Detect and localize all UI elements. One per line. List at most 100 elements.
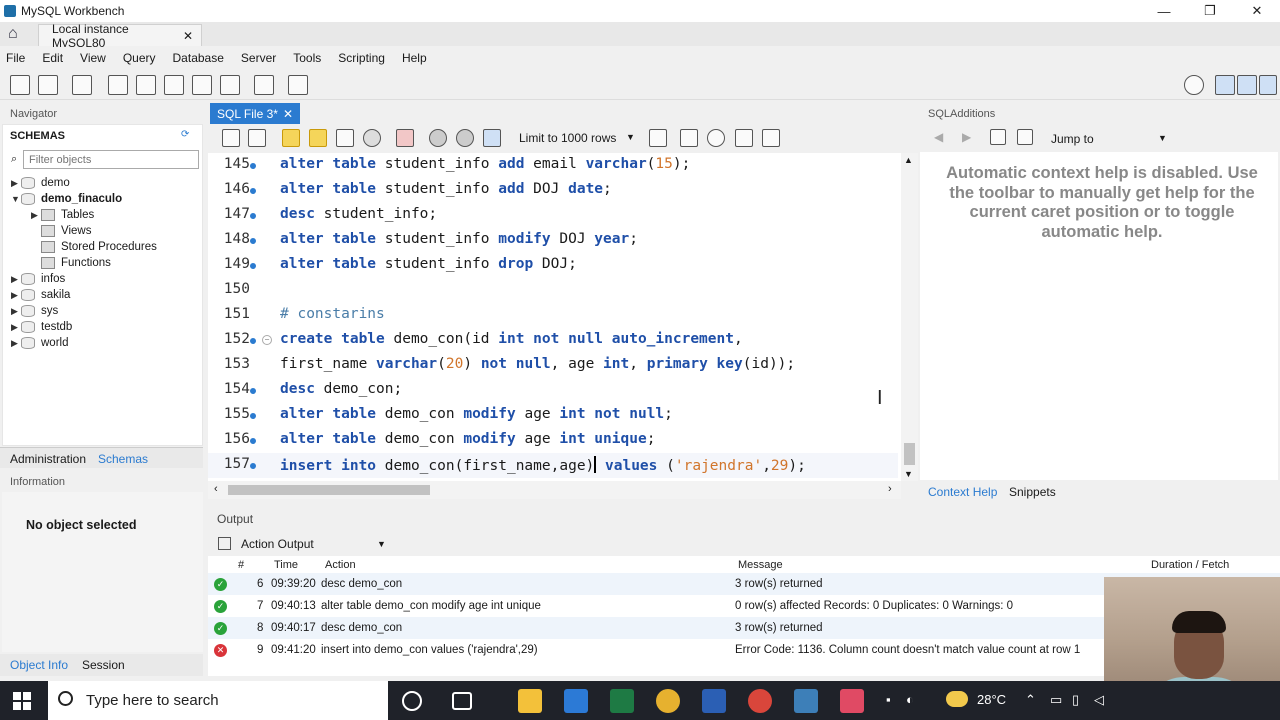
schema-testdb[interactable]: ▶ testdb	[11, 319, 72, 335]
toggle-error-icon[interactable]	[396, 129, 414, 147]
jump-to-select[interactable]: Jump to	[1051, 132, 1094, 146]
schema-demo[interactable]: ▶ demo	[11, 175, 70, 191]
file-explorer-icon[interactable]	[518, 689, 542, 713]
chevron-up-icon[interactable]: ⌃	[1025, 692, 1036, 708]
close-icon[interactable]: ✕	[283, 107, 293, 121]
tab-object-info[interactable]: Object Info	[10, 658, 68, 672]
menu-edit[interactable]: Edit	[42, 51, 63, 65]
expand-icon[interactable]: ▶	[11, 306, 21, 317]
beautify-icon[interactable]	[680, 129, 698, 147]
find-icon[interactable]	[707, 129, 725, 147]
tab-snippets[interactable]: Snippets	[1009, 485, 1056, 499]
close-icon[interactable]: ✕	[183, 29, 193, 43]
schema-demo-finaculo[interactable]: ▼ demo_finaculo	[11, 191, 122, 207]
reconnect-icon[interactable]	[288, 75, 308, 95]
tab-administration[interactable]: Administration	[10, 452, 86, 466]
scroll-right-icon[interactable]: ›	[888, 483, 892, 495]
taskbar-search-box[interactable]: Type here to search	[48, 681, 388, 720]
expand-icon[interactable]: ▶	[31, 210, 41, 221]
scroll-down-icon[interactable]: ▼	[904, 469, 913, 479]
expand-icon[interactable]: ▶	[11, 274, 21, 285]
home-icon[interactable]: ⌂	[8, 25, 28, 43]
weather-temperature[interactable]: 28°C	[977, 692, 1006, 707]
schema-world[interactable]: ▶ world	[11, 335, 68, 351]
open-file-icon[interactable]	[222, 129, 240, 147]
excel-icon[interactable]	[610, 689, 634, 713]
scroll-left-icon[interactable]: ‹	[214, 483, 218, 495]
scrollbar-thumb[interactable]	[228, 485, 430, 495]
word-icon[interactable]	[702, 689, 726, 713]
store-icon[interactable]	[564, 689, 588, 713]
task-view-icon[interactable]	[452, 692, 472, 710]
inspector-icon[interactable]	[72, 75, 92, 95]
sql-file-tab[interactable]: SQL File 3* ✕	[210, 103, 300, 124]
tree-stored-procedures[interactable]: Stored Procedures	[41, 239, 157, 255]
tab-session[interactable]: Session	[82, 658, 125, 672]
create-procedure-icon[interactable]	[192, 75, 212, 95]
manual-help-icon[interactable]	[990, 129, 1006, 145]
back-icon[interactable]: ◀	[934, 130, 943, 144]
execute-current-icon[interactable]	[309, 129, 327, 147]
create-function-icon[interactable]	[220, 75, 240, 95]
menu-server[interactable]: Server	[241, 51, 276, 65]
toggle-secondary-sidebar-icon[interactable]	[1259, 75, 1277, 95]
create-table-icon[interactable]	[136, 75, 156, 95]
expand-icon[interactable]: ▶	[11, 338, 21, 349]
maximize-button[interactable]: ❐	[1187, 0, 1233, 22]
menu-scripting[interactable]: Scripting	[338, 51, 385, 65]
volume-icon[interactable]: ◁	[1094, 692, 1104, 708]
expand-icon[interactable]: ▶	[11, 178, 21, 189]
editor-horizontal-scrollbar[interactable]: ‹ ›	[208, 481, 901, 499]
execute-icon[interactable]	[282, 129, 300, 147]
tray-app-icon[interactable]: ◐	[906, 692, 914, 707]
expand-icon[interactable]: ▶	[11, 290, 21, 301]
network-icon[interactable]: ▭	[1050, 692, 1062, 708]
open-sql-file-icon[interactable]	[38, 75, 58, 95]
copy-icon[interactable]	[218, 537, 231, 550]
schema-sys[interactable]: ▶ sys	[11, 303, 58, 319]
tab-schemas[interactable]: Schemas	[98, 452, 148, 466]
menu-database[interactable]: Database	[173, 51, 224, 65]
preferences-icon[interactable]	[1184, 75, 1204, 95]
filter-objects-input[interactable]	[23, 150, 199, 169]
output-type-select[interactable]: Action Output	[241, 537, 314, 551]
create-view-icon[interactable]	[164, 75, 184, 95]
rollback-icon[interactable]	[456, 129, 474, 147]
screen-recorder-icon[interactable]	[840, 689, 864, 713]
chrome-canary-icon[interactable]	[748, 689, 772, 713]
collapse-icon[interactable]: ▼	[11, 194, 21, 204]
toggle-sidebar-icon[interactable]	[1215, 75, 1235, 95]
menu-tools[interactable]: Tools	[293, 51, 321, 65]
toggle-output-icon[interactable]	[1237, 75, 1257, 95]
editor-vertical-scrollbar[interactable]: ▲ ▼	[901, 153, 918, 481]
chevron-down-icon[interactable]: ▼	[1158, 133, 1167, 143]
fold-icon[interactable]: −	[262, 335, 272, 345]
wrap-lines-icon[interactable]	[762, 129, 780, 147]
add-snippet-icon[interactable]	[649, 129, 667, 147]
chrome-icon[interactable]	[656, 689, 680, 713]
cortana-icon[interactable]	[402, 691, 422, 711]
stop-icon[interactable]	[363, 129, 381, 147]
menu-file[interactable]: File	[6, 51, 25, 65]
expand-icon[interactable]: ▶	[11, 322, 21, 333]
chevron-down-icon[interactable]: ▼	[377, 539, 386, 549]
tree-functions[interactable]: Functions	[41, 255, 111, 271]
tray-app-icon[interactable]: ▪	[886, 692, 891, 707]
new-sql-tab-icon[interactable]	[10, 75, 30, 95]
tab-context-help[interactable]: Context Help	[928, 485, 997, 499]
explain-icon[interactable]	[336, 129, 354, 147]
windows-start-icon[interactable]	[13, 692, 31, 710]
connection-tab[interactable]: Local instance MySQL80 ✕	[38, 22, 202, 50]
chevron-down-icon[interactable]: ▼	[626, 132, 635, 142]
forward-icon[interactable]: ▶	[962, 130, 971, 144]
menu-query[interactable]: Query	[123, 51, 156, 65]
tree-views[interactable]: Views	[41, 223, 91, 239]
search-table-data-icon[interactable]	[254, 75, 274, 95]
refresh-icon[interactable]: ⟳	[181, 129, 189, 140]
schema-sakila[interactable]: ▶ sakila	[11, 287, 70, 303]
save-icon[interactable]	[248, 129, 266, 147]
auto-commit-icon[interactable]	[483, 129, 501, 147]
auto-help-icon[interactable]	[1017, 129, 1033, 145]
battery-icon[interactable]: ▯	[1072, 692, 1079, 708]
minimize-button[interactable]: —	[1141, 0, 1187, 22]
